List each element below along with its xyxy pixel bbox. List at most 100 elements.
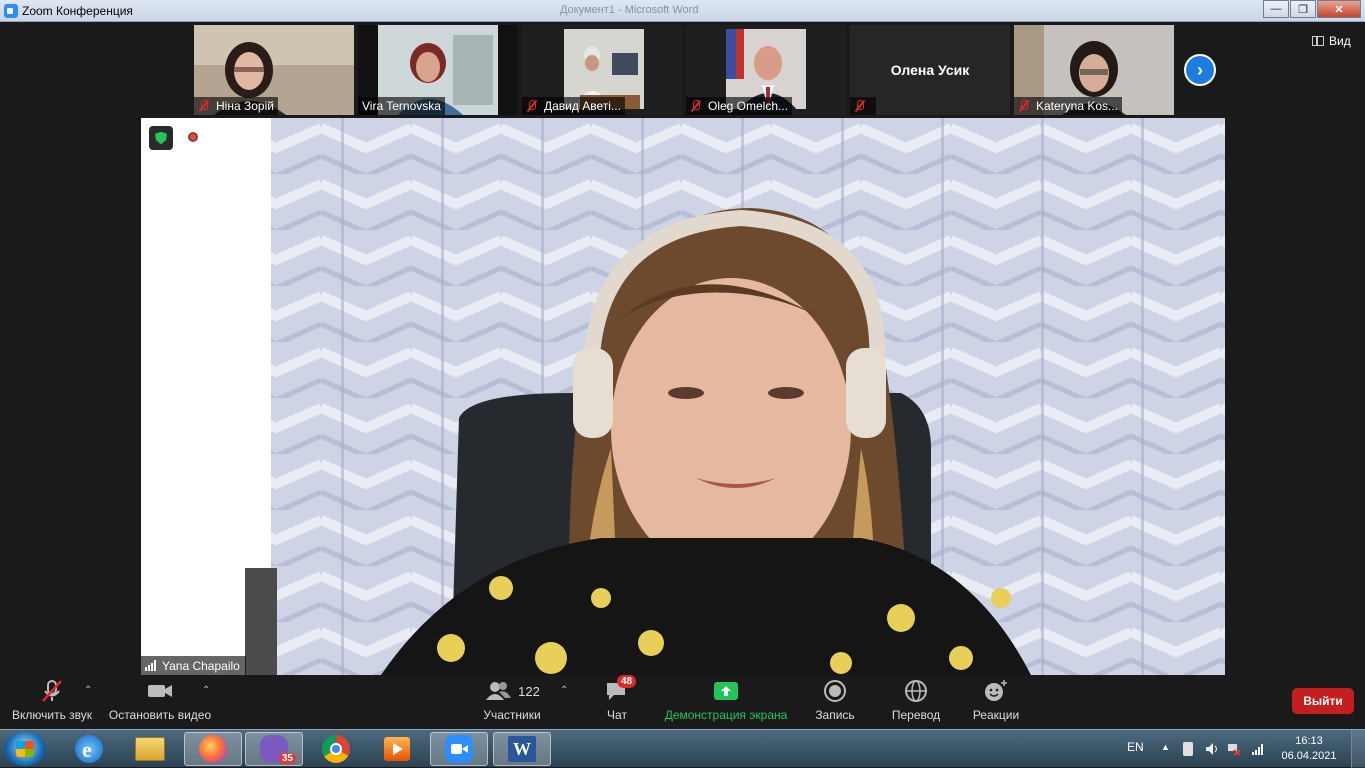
globe-icon [904, 677, 928, 705]
meeting-toolbar: Включить звук ⌃ Остановить видео ⌃ 122 У… [0, 675, 1365, 729]
participants-count: 122 [518, 683, 540, 699]
taskbar-chrome[interactable] [307, 732, 365, 766]
reactions-label: Реакции [972, 708, 1020, 722]
share-screen-button[interactable]: Демонстрация экрана [664, 677, 788, 729]
participant-strip: Ніна Зорій Vira Ternovska Давид Аветі...… [194, 25, 1174, 115]
participant-name-label [850, 97, 876, 115]
stop-video-button[interactable]: Остановить видео [108, 677, 212, 729]
taskbar-clock[interactable]: 16:13 06.04.2021 [1279, 734, 1339, 764]
firefox-icon [199, 735, 227, 763]
muted-mic-icon [1018, 100, 1030, 112]
chat-button[interactable]: 48 Чат [602, 675, 637, 729]
taskbar-word[interactable]: W [493, 732, 551, 766]
participant-name: Ніна Зорій [216, 99, 274, 113]
participants-icon: 122 [472, 677, 552, 705]
windows-taskbar: e 35 W EN ▲ 16:13 06.04.2021 [0, 729, 1365, 768]
next-page-button[interactable]: › [1184, 54, 1216, 86]
participant-name: Oleg Omelch... [708, 99, 789, 113]
share-screen-label: Демонстрация экрана [664, 708, 788, 722]
participant-name: Vira Ternovska [362, 99, 441, 113]
speaker-name-label: Yana Chapailo [141, 656, 246, 675]
muted-mic-icon [854, 100, 866, 112]
participant-tile[interactable]: Давид Аветі... [522, 25, 682, 115]
taskbar-viber[interactable]: 35 [245, 732, 303, 766]
participant-name-label: Vira Ternovska [358, 97, 445, 115]
leave-meeting-button[interactable]: Выйти [1292, 688, 1354, 714]
zoom-icon [445, 735, 473, 763]
chrome-icon [322, 735, 350, 763]
chat-unread-badge: 48 [617, 675, 637, 688]
translate-label: Перевод [891, 708, 941, 722]
participant-tile[interactable]: Kateryna Kos... [1014, 25, 1174, 115]
speaker-name: Yana Chapailo [162, 658, 240, 673]
muted-mic-icon [526, 100, 538, 112]
gallery-grid-icon [1312, 36, 1324, 46]
zoom-app-icon [4, 3, 18, 18]
encryption-shield-icon[interactable] [149, 126, 173, 150]
share-screen-icon [713, 677, 739, 705]
participant-name: Давид Аветі... [544, 99, 621, 113]
view-label: Вид [1329, 34, 1351, 48]
record-label: Запись [815, 708, 855, 722]
muted-mic-icon [690, 100, 702, 112]
taskbar-media-player[interactable] [368, 732, 426, 766]
audio-options-chevron-icon[interactable]: ⌃ [84, 685, 92, 696]
view-button[interactable]: Вид [1312, 34, 1351, 48]
start-button[interactable] [4, 732, 46, 766]
participants-label: Участники [483, 708, 541, 722]
clock-time: 16:13 [1295, 735, 1323, 747]
minimize-button[interactable]: — [1263, 0, 1289, 18]
clock-date: 06.04.2021 [1281, 750, 1337, 762]
restore-button[interactable]: ❐ [1290, 0, 1316, 18]
viber-unread-badge: 35 [278, 753, 296, 764]
folder-icon [135, 737, 165, 761]
language-indicator[interactable]: EN [1127, 740, 1144, 754]
chat-label: Чат [607, 708, 627, 722]
meeting-stage: Ніна Зорій Vira Ternovska Давид Аветі...… [0, 22, 1365, 677]
smiley-add-icon [983, 677, 1009, 705]
participant-tile[interactable]: Олена Усик [850, 25, 1010, 115]
muted-mic-icon [198, 100, 210, 112]
show-hidden-icons-icon[interactable]: ▲ [1161, 742, 1175, 756]
volume-icon[interactable] [1205, 742, 1219, 756]
speaker-video-frame [141, 118, 1225, 675]
record-icon [823, 677, 847, 705]
participants-options-chevron-icon[interactable]: ⌃ [560, 685, 568, 696]
signal-bars-icon[interactable] [1251, 742, 1265, 756]
signal-strength-icon [145, 660, 157, 671]
reactions-button[interactable]: Реакции [970, 677, 1022, 729]
taskbar-firefox[interactable] [184, 732, 242, 766]
background-window-title: Документ1 - Microsoft Word [560, 4, 699, 16]
participant-name-label: Давид Аветі... [522, 97, 625, 115]
show-desktop-button[interactable] [1351, 730, 1365, 768]
window-titlebar: Zoom Конференция Документ1 - Microsoft W… [0, 0, 1365, 22]
video-camera-icon [146, 677, 174, 705]
window-controls: — ❐ ✕ [1262, 0, 1361, 18]
network-warning-icon[interactable] [1227, 742, 1241, 756]
recording-indicator-icon [188, 132, 198, 142]
participant-name-label: Kateryna Kos... [1014, 97, 1123, 115]
participant-tile[interactable]: Vira Ternovska [358, 25, 518, 115]
participants-button[interactable]: 122 Участники [482, 677, 542, 729]
record-button[interactable]: Запись [812, 677, 858, 729]
stop-video-label: Остановить видео [108, 708, 212, 722]
participant-name-label: Ніна Зорій [194, 97, 278, 115]
video-options-chevron-icon[interactable]: ⌃ [202, 685, 210, 696]
close-button[interactable]: ✕ [1317, 0, 1361, 18]
participant-tile[interactable]: Oleg Omelch... [686, 25, 846, 115]
taskbar-internet-explorer[interactable]: e [60, 732, 118, 766]
participant-tile[interactable]: Ніна Зорій [194, 25, 354, 115]
window-title: Zoom Конференция [22, 3, 133, 18]
removable-device-icon[interactable] [1183, 742, 1193, 756]
translate-button[interactable]: Перевод [888, 677, 944, 729]
participant-name-label: Oleg Omelch... [686, 97, 793, 115]
taskbar-zoom[interactable] [430, 732, 488, 766]
unmute-button[interactable]: Включить звук [10, 677, 94, 729]
chat-bubble-icon: 48 [605, 675, 637, 705]
active-speaker-video: Yana Chapailo [141, 118, 1225, 675]
participant-name: Kateryna Kos... [1036, 99, 1119, 113]
unmute-label: Включить звук [11, 708, 93, 722]
word-icon: W [508, 736, 536, 762]
internet-explorer-icon: e [75, 735, 103, 763]
taskbar-file-explorer[interactable] [121, 732, 179, 766]
